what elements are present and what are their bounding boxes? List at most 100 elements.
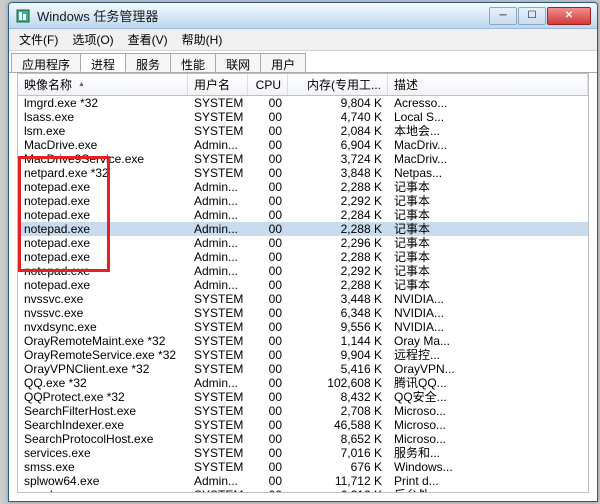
cell: 00 <box>248 194 288 208</box>
menu-item-2[interactable]: 查看(V) <box>122 29 174 50</box>
tab-0[interactable]: 应用程序 <box>11 53 81 72</box>
cell: OrayRemoteService.exe *32 <box>18 348 188 362</box>
cell: 2,288 K <box>288 250 388 264</box>
cell: notepad.exe <box>18 264 188 278</box>
cell: 后台处... <box>388 488 588 492</box>
tab-4[interactable]: 联网 <box>215 53 261 72</box>
table-row[interactable]: notepad.exeAdmin...002,288 K记事本 <box>18 180 588 194</box>
cell: MacDriv... <box>388 138 588 152</box>
cell: 记事本 <box>388 222 588 236</box>
col-image-name[interactable]: 映像名称 <box>18 74 188 95</box>
cell: 46,588 K <box>288 418 388 432</box>
table-row[interactable]: lsm.exeSYSTEM002,084 K本地会... <box>18 124 588 138</box>
cell: 2,084 K <box>288 124 388 138</box>
table-row[interactable]: SearchIndexer.exeSYSTEM0046,588 KMicroso… <box>18 418 588 432</box>
table-row[interactable]: QQ.exe *32Admin...00102,608 K腾讯QQ... <box>18 376 588 390</box>
cell: MacDrive9Service.exe <box>18 152 188 166</box>
tab-5[interactable]: 用户 <box>260 53 306 72</box>
table-row[interactable]: OrayRemoteService.exe *32SYSTEM009,904 K… <box>18 348 588 362</box>
tab-3[interactable]: 性能 <box>170 53 216 72</box>
table-row[interactable]: MacDrive.exeAdmin...006,904 KMacDriv... <box>18 138 588 152</box>
table-row[interactable]: services.exeSYSTEM007,016 K服务和... <box>18 446 588 460</box>
cell: OrayVPNClient.exe *32 <box>18 362 188 376</box>
table-row[interactable]: spoolsv.exeSYSTEM006,212 K后台处... <box>18 488 588 492</box>
cell: 6,904 K <box>288 138 388 152</box>
table-row[interactable]: netpard.exe *32SYSTEM003,848 KNetpas... <box>18 166 588 180</box>
cell: Print d... <box>388 474 588 488</box>
col-cpu[interactable]: CPU <box>248 74 288 95</box>
table-row[interactable]: nvxdsync.exeSYSTEM009,556 KNVIDIA... <box>18 320 588 334</box>
cell: SYSTEM <box>188 348 248 362</box>
col-description[interactable]: 描述 <box>388 74 588 95</box>
cell: SYSTEM <box>188 334 248 348</box>
table-row[interactable]: notepad.exeAdmin...002,288 K记事本 <box>18 222 588 236</box>
cell: 11,712 K <box>288 474 388 488</box>
cell: SYSTEM <box>188 320 248 334</box>
table-header: 映像名称 用户名 CPU 内存(专用工... 描述 <box>18 74 588 96</box>
table-row[interactable]: lmgrd.exe *32SYSTEM009,804 KAcresso... <box>18 96 588 110</box>
cell: lsm.exe <box>18 124 188 138</box>
table-row[interactable]: splwow64.exeAdmin...0011,712 KPrint d... <box>18 474 588 488</box>
cell: 2,288 K <box>288 278 388 292</box>
cell: services.exe <box>18 446 188 460</box>
table-row[interactable]: notepad.exeAdmin...002,292 K记事本 <box>18 194 588 208</box>
cell: notepad.exe <box>18 208 188 222</box>
cell: Admin... <box>188 250 248 264</box>
cell: 00 <box>248 292 288 306</box>
maximize-button[interactable]: ☐ <box>518 7 546 25</box>
window-controls: ─ ☐ ✕ <box>489 7 591 25</box>
cell: NVIDIA... <box>388 320 588 334</box>
table-row[interactable]: notepad.exeAdmin...002,292 K记事本 <box>18 264 588 278</box>
table-row[interactable]: OrayVPNClient.exe *32SYSTEM005,416 KOray… <box>18 362 588 376</box>
tab-2[interactable]: 服务 <box>125 53 171 72</box>
cell: 2,296 K <box>288 236 388 250</box>
cell: 00 <box>248 390 288 404</box>
cell: SYSTEM <box>188 166 248 180</box>
col-memory[interactable]: 内存(专用工... <box>288 74 388 95</box>
cell: 9,556 K <box>288 320 388 334</box>
cell: Admin... <box>188 278 248 292</box>
cell: 00 <box>248 306 288 320</box>
cell: SearchProtocolHost.exe <box>18 432 188 446</box>
cell: SearchFilterHost.exe <box>18 404 188 418</box>
table-row[interactable]: lsass.exeSYSTEM004,740 KLocal S... <box>18 110 588 124</box>
table-row[interactable]: smss.exeSYSTEM00676 KWindows... <box>18 460 588 474</box>
process-list[interactable]: lmgrd.exe *32SYSTEM009,804 KAcresso...ls… <box>18 96 588 492</box>
cell: 9,804 K <box>288 96 388 110</box>
table-row[interactable]: SearchProtocolHost.exeSYSTEM008,652 KMic… <box>18 432 588 446</box>
table-row[interactable]: notepad.exeAdmin...002,288 K记事本 <box>18 250 588 264</box>
cell: 00 <box>248 418 288 432</box>
titlebar[interactable]: Windows 任务管理器 ─ ☐ ✕ <box>9 3 597 29</box>
cell: 00 <box>248 152 288 166</box>
cell: 00 <box>248 264 288 278</box>
table-row[interactable]: SearchFilterHost.exeSYSTEM002,708 KMicro… <box>18 404 588 418</box>
table-row[interactable]: MacDrive9Service.exeSYSTEM003,724 KMacDr… <box>18 152 588 166</box>
table-row[interactable]: notepad.exeAdmin...002,284 K记事本 <box>18 208 588 222</box>
cell: 00 <box>248 334 288 348</box>
cell: Admin... <box>188 474 248 488</box>
table-row[interactable]: notepad.exeAdmin...002,288 K记事本 <box>18 278 588 292</box>
table-row[interactable]: notepad.exeAdmin...002,296 K记事本 <box>18 236 588 250</box>
minimize-button[interactable]: ─ <box>489 7 517 25</box>
cell: SYSTEM <box>188 152 248 166</box>
table-row[interactable]: QQProtect.exe *32SYSTEM008,432 KQQ安全... <box>18 390 588 404</box>
table-row[interactable]: OrayRemoteMaint.exe *32SYSTEM001,144 KOr… <box>18 334 588 348</box>
menu-item-0[interactable]: 文件(F) <box>13 29 64 50</box>
col-user[interactable]: 用户名 <box>188 74 248 95</box>
cell: Admin... <box>188 180 248 194</box>
tab-1[interactable]: 进程 <box>80 53 126 72</box>
cell: 记事本 <box>388 236 588 250</box>
cell: Admin... <box>188 208 248 222</box>
table-row[interactable]: nvssvc.exeSYSTEM003,448 KNVIDIA... <box>18 292 588 306</box>
table-row[interactable]: nvssvc.exeSYSTEM006,348 KNVIDIA... <box>18 306 588 320</box>
menu-item-1[interactable]: 选项(O) <box>66 29 119 50</box>
close-button[interactable]: ✕ <box>547 7 591 25</box>
cell: spoolsv.exe <box>18 488 188 492</box>
cell: 2,708 K <box>288 404 388 418</box>
cell: 5,416 K <box>288 362 388 376</box>
cell: 7,016 K <box>288 446 388 460</box>
cell: Admin... <box>188 376 248 390</box>
cell: 2,292 K <box>288 194 388 208</box>
menu-item-3[interactable]: 帮助(H) <box>176 29 229 50</box>
task-manager-window: Windows 任务管理器 ─ ☐ ✕ 文件(F)选项(O)查看(V)帮助(H)… <box>8 2 598 502</box>
